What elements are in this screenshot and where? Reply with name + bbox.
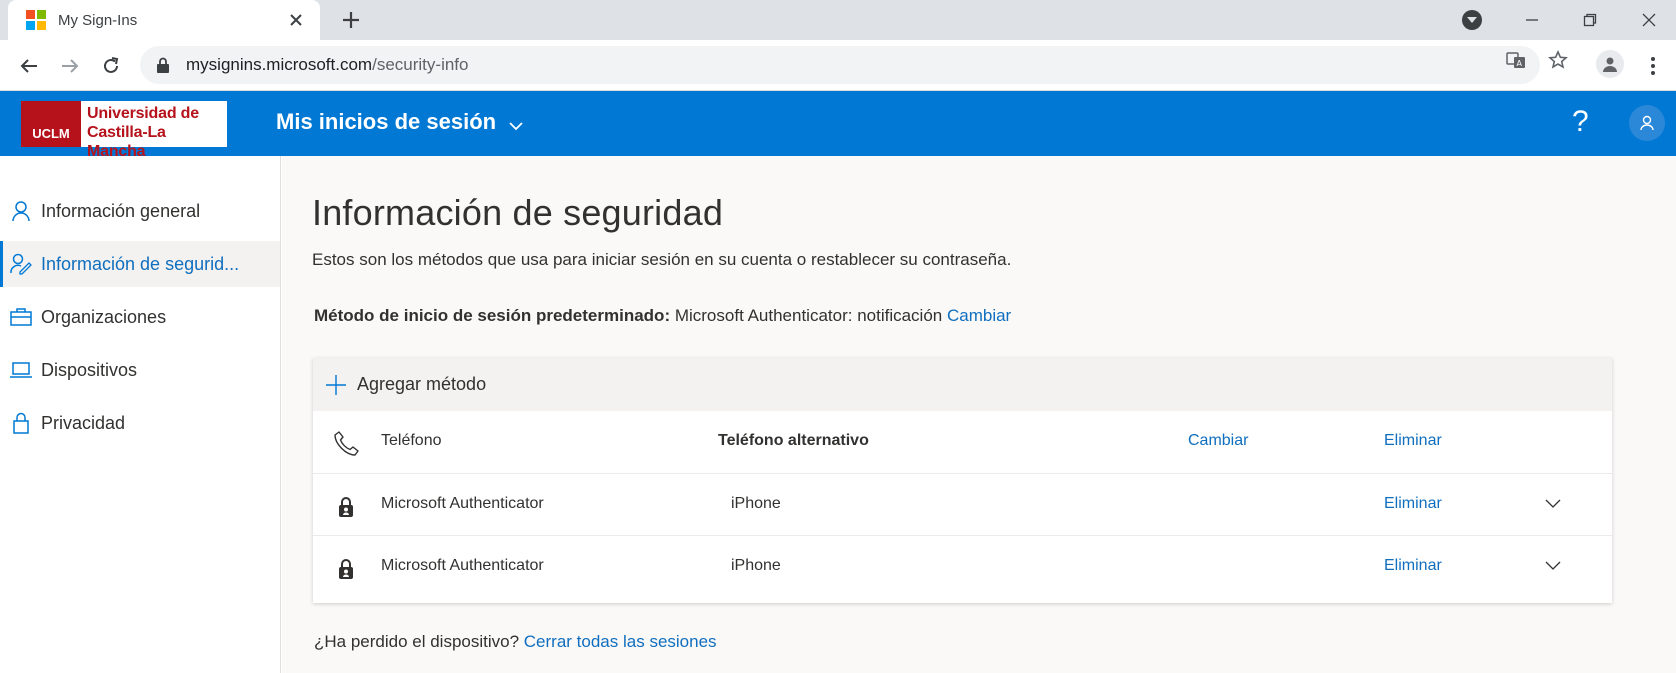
new-tab-icon[interactable]	[337, 6, 365, 34]
chevron-down-icon[interactable]	[1543, 493, 1563, 513]
minimize-icon[interactable]	[1505, 0, 1559, 40]
method-detail: iPhone	[731, 495, 781, 512]
microsoft-logo-icon	[26, 10, 46, 30]
account-avatar-icon[interactable]	[1629, 105, 1665, 141]
security-info-icon	[10, 253, 32, 275]
tab-title: My Sign-Ins	[58, 11, 138, 29]
add-method-button[interactable]: Agregar método	[313, 358, 1612, 411]
page-subtitle: Estos son los métodos que usa para inici…	[312, 250, 1012, 269]
close-tab-icon[interactable]	[284, 8, 308, 32]
lock-icon	[156, 57, 172, 73]
tab-search-icon[interactable]	[1462, 10, 1482, 30]
sidebar-item-overview[interactable]: Información general	[0, 188, 280, 234]
browser-toolbar: mysignins.microsoft.com/security-info A	[0, 40, 1676, 91]
lock-icon	[10, 412, 32, 434]
main-content: Información de seguridad Estos son los m…	[282, 156, 1676, 673]
method-detail: iPhone	[731, 557, 781, 574]
browser-tab[interactable]: My Sign-Ins	[8, 0, 320, 40]
url-text: mysignins.microsoft.com/security-info	[186, 55, 469, 74]
close-window-icon[interactable]	[1622, 0, 1676, 40]
svg-text:A: A	[1517, 59, 1523, 68]
chevron-down-icon	[508, 114, 524, 131]
method-name: Teléfono	[381, 432, 442, 449]
authenticator-icon	[331, 554, 361, 584]
methods-card: Agregar método Teléfono Teléfono alterna…	[313, 358, 1612, 603]
help-icon[interactable]: ?	[1572, 105, 1589, 139]
lost-device-line: ¿Ha perdido el dispositivo? Cerrar todas…	[314, 632, 717, 652]
app-title-menu[interactable]: Mis inicios de sesión	[276, 109, 524, 135]
delete-phone-link[interactable]: Eliminar	[1384, 432, 1442, 450]
sidebar-nav: Información general Información de segur…	[0, 156, 281, 673]
sidebar-item-organizations[interactable]: Organizaciones	[0, 294, 280, 340]
address-bar[interactable]: mysignins.microsoft.com/security-info	[140, 46, 1540, 84]
restore-icon[interactable]	[1563, 0, 1617, 40]
forward-arrow-icon[interactable]	[55, 51, 85, 81]
default-method-line: Método de inicio de sesión predeterminad…	[314, 306, 1011, 326]
method-detail: Teléfono alternativo	[718, 432, 869, 449]
uclm-logo[interactable]: UCLM Universidad de Castilla-La Mancha	[21, 101, 227, 160]
app-header: UCLM Universidad de Castilla-La Mancha M…	[0, 91, 1676, 160]
back-arrow-icon[interactable]	[14, 51, 44, 81]
bookmark-star-icon[interactable]	[1547, 49, 1569, 71]
uclm-logo-mark: UCLM	[21, 101, 81, 147]
delete-authenticator-link[interactable]: Eliminar	[1384, 495, 1442, 513]
method-row-phone: Teléfono Teléfono alternativo Cambiar El…	[313, 411, 1612, 473]
profile-avatar-icon[interactable]	[1596, 50, 1624, 78]
sidebar-item-devices[interactable]: Dispositivos	[0, 347, 280, 393]
authenticator-icon	[331, 492, 361, 522]
sign-out-everywhere-link[interactable]: Cerrar todas las sesiones	[524, 632, 717, 651]
delete-authenticator-link[interactable]: Eliminar	[1384, 557, 1442, 575]
default-method-value: Microsoft Authenticator: notificación	[670, 306, 947, 325]
person-icon	[10, 200, 32, 222]
phone-icon	[331, 429, 361, 459]
page-title: Información de seguridad	[312, 192, 724, 233]
laptop-icon	[10, 359, 32, 381]
reload-icon[interactable]	[96, 51, 126, 81]
lost-device-question: ¿Ha perdido el dispositivo?	[314, 632, 524, 651]
tab-strip: My Sign-Ins	[0, 0, 1676, 40]
change-default-method-link[interactable]: Cambiar	[947, 306, 1011, 325]
sidebar-item-privacy[interactable]: Privacidad	[0, 400, 280, 446]
translate-icon[interactable]: A	[1505, 49, 1527, 71]
sidebar-item-security-info[interactable]: Información de segurid...	[0, 241, 280, 287]
change-phone-link[interactable]: Cambiar	[1188, 432, 1248, 450]
method-name: Microsoft Authenticator	[381, 557, 544, 574]
default-method-label: Método de inicio de sesión predeterminad…	[314, 306, 671, 325]
method-name: Microsoft Authenticator	[381, 495, 544, 512]
method-row-authenticator-1: Microsoft Authenticator iPhone Eliminar	[313, 473, 1612, 535]
method-row-authenticator-2: Microsoft Authenticator iPhone Eliminar	[313, 535, 1612, 597]
uclm-logo-text: Universidad de Castilla-La Mancha	[87, 105, 199, 160]
plus-icon	[325, 374, 347, 396]
briefcase-icon	[10, 306, 32, 328]
chevron-down-icon[interactable]	[1543, 555, 1563, 575]
kebab-menu-icon[interactable]	[1641, 54, 1665, 78]
